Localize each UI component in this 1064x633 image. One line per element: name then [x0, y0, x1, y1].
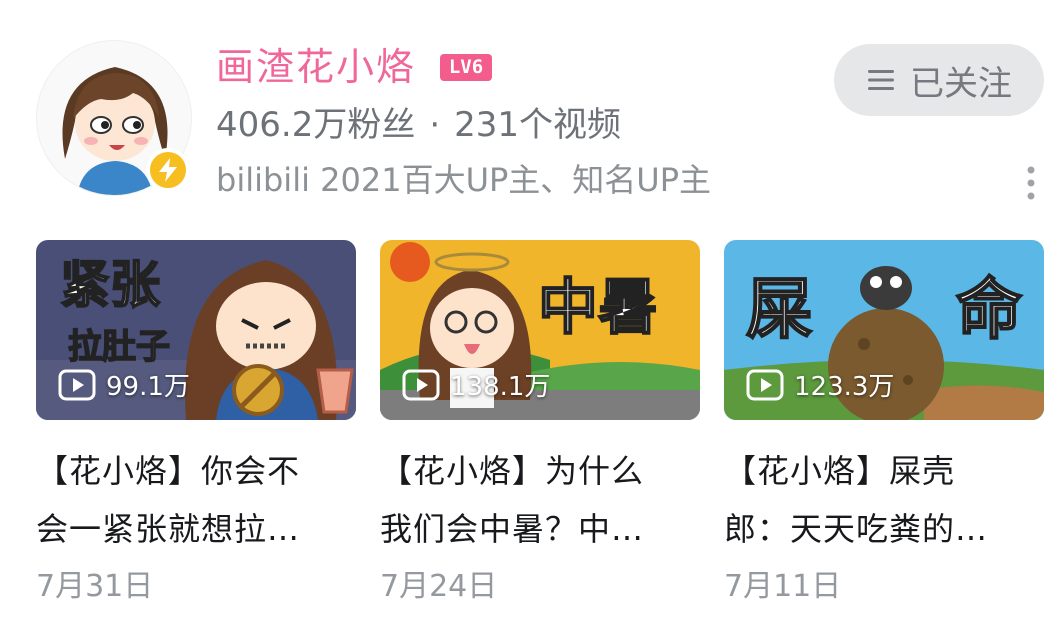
video-thumbnail[interactable]: 紧张 拉肚子 99.1万: [36, 240, 356, 420]
video-title[interactable]: 【花小烙】为什么 我们会中暑？中…: [380, 442, 700, 558]
thumbnail-caption: 命: [956, 271, 1022, 348]
uploader-name[interactable]: 画渣花小烙: [216, 40, 416, 94]
video-date: 7月11日: [724, 569, 842, 604]
view-count: 99.1万: [106, 372, 190, 402]
thumbnail-caption: 屎: [746, 271, 812, 348]
view-count: 123.3万: [794, 372, 895, 402]
video-card[interactable]: 屎 命 123.3万 【花小烙】屎壳 郎：天天吃粪的… 7月11日: [724, 240, 1044, 614]
video-date: 7月31日: [36, 569, 154, 604]
play-count-icon: [58, 369, 96, 400]
video-title-line: 【花小烙】你会不: [36, 452, 301, 490]
profile-stats: 406.2万粉丝 · 231个视频: [216, 100, 621, 150]
avatar[interactable]: [36, 40, 192, 196]
thumbnail-caption: 紧张: [60, 256, 160, 314]
video-title-line: 我们会中暑？中…: [380, 510, 645, 548]
video-thumbnail[interactable]: 中暑 138.1万: [380, 240, 700, 420]
video-card[interactable]: 中暑 138.1万 【花小烙】为什么 我们会中暑？中… 7月24日: [380, 240, 700, 614]
follower-count: 406.2万粉丝: [216, 105, 416, 145]
play-count: 123.3万: [746, 366, 894, 403]
thumbnail-caption: 中暑: [538, 273, 658, 343]
play-count-icon: [746, 369, 784, 400]
video-title[interactable]: 【花小烙】你会不 会一紧张就想拉…: [36, 442, 356, 558]
play-count-icon: [402, 369, 440, 400]
follow-button-label: 已关注: [910, 63, 1012, 104]
video-thumbnail[interactable]: 屎 命 123.3万: [724, 240, 1044, 420]
play-count: 138.1万: [402, 366, 550, 403]
uploader-description: bilibili 2021百大UP主、知名UP主: [216, 161, 712, 199]
video-title-line: 郎：天天吃粪的…: [724, 510, 989, 548]
video-title-line: 【花小烙】为什么: [380, 452, 645, 490]
thumbnail-caption: 拉肚子: [68, 327, 170, 367]
lightning-bolt-icon: [159, 158, 177, 182]
video-count: 231个视频: [454, 105, 622, 145]
video-date: 7月24日: [380, 569, 498, 604]
play-count: 99.1万: [58, 366, 190, 403]
stats-separator: ·: [429, 105, 441, 145]
follow-button[interactable]: 已关注: [834, 44, 1044, 116]
view-count: 138.1万: [450, 372, 551, 402]
video-title-line: 【花小烙】屎壳: [724, 452, 956, 490]
menu-lines-icon: [868, 70, 894, 90]
video-title[interactable]: 【花小烙】屎壳 郎：天天吃粪的…: [724, 442, 1044, 558]
video-title-line: 会一紧张就想拉…: [36, 510, 301, 548]
video-card[interactable]: 紧张 拉肚子 99.1万 【花小烙】你会不 会一紧张就想拉… 7月31日: [36, 240, 356, 614]
level-badge: LV6: [440, 54, 492, 81]
more-options-icon[interactable]: [1023, 163, 1039, 203]
verified-badge: [146, 148, 190, 192]
